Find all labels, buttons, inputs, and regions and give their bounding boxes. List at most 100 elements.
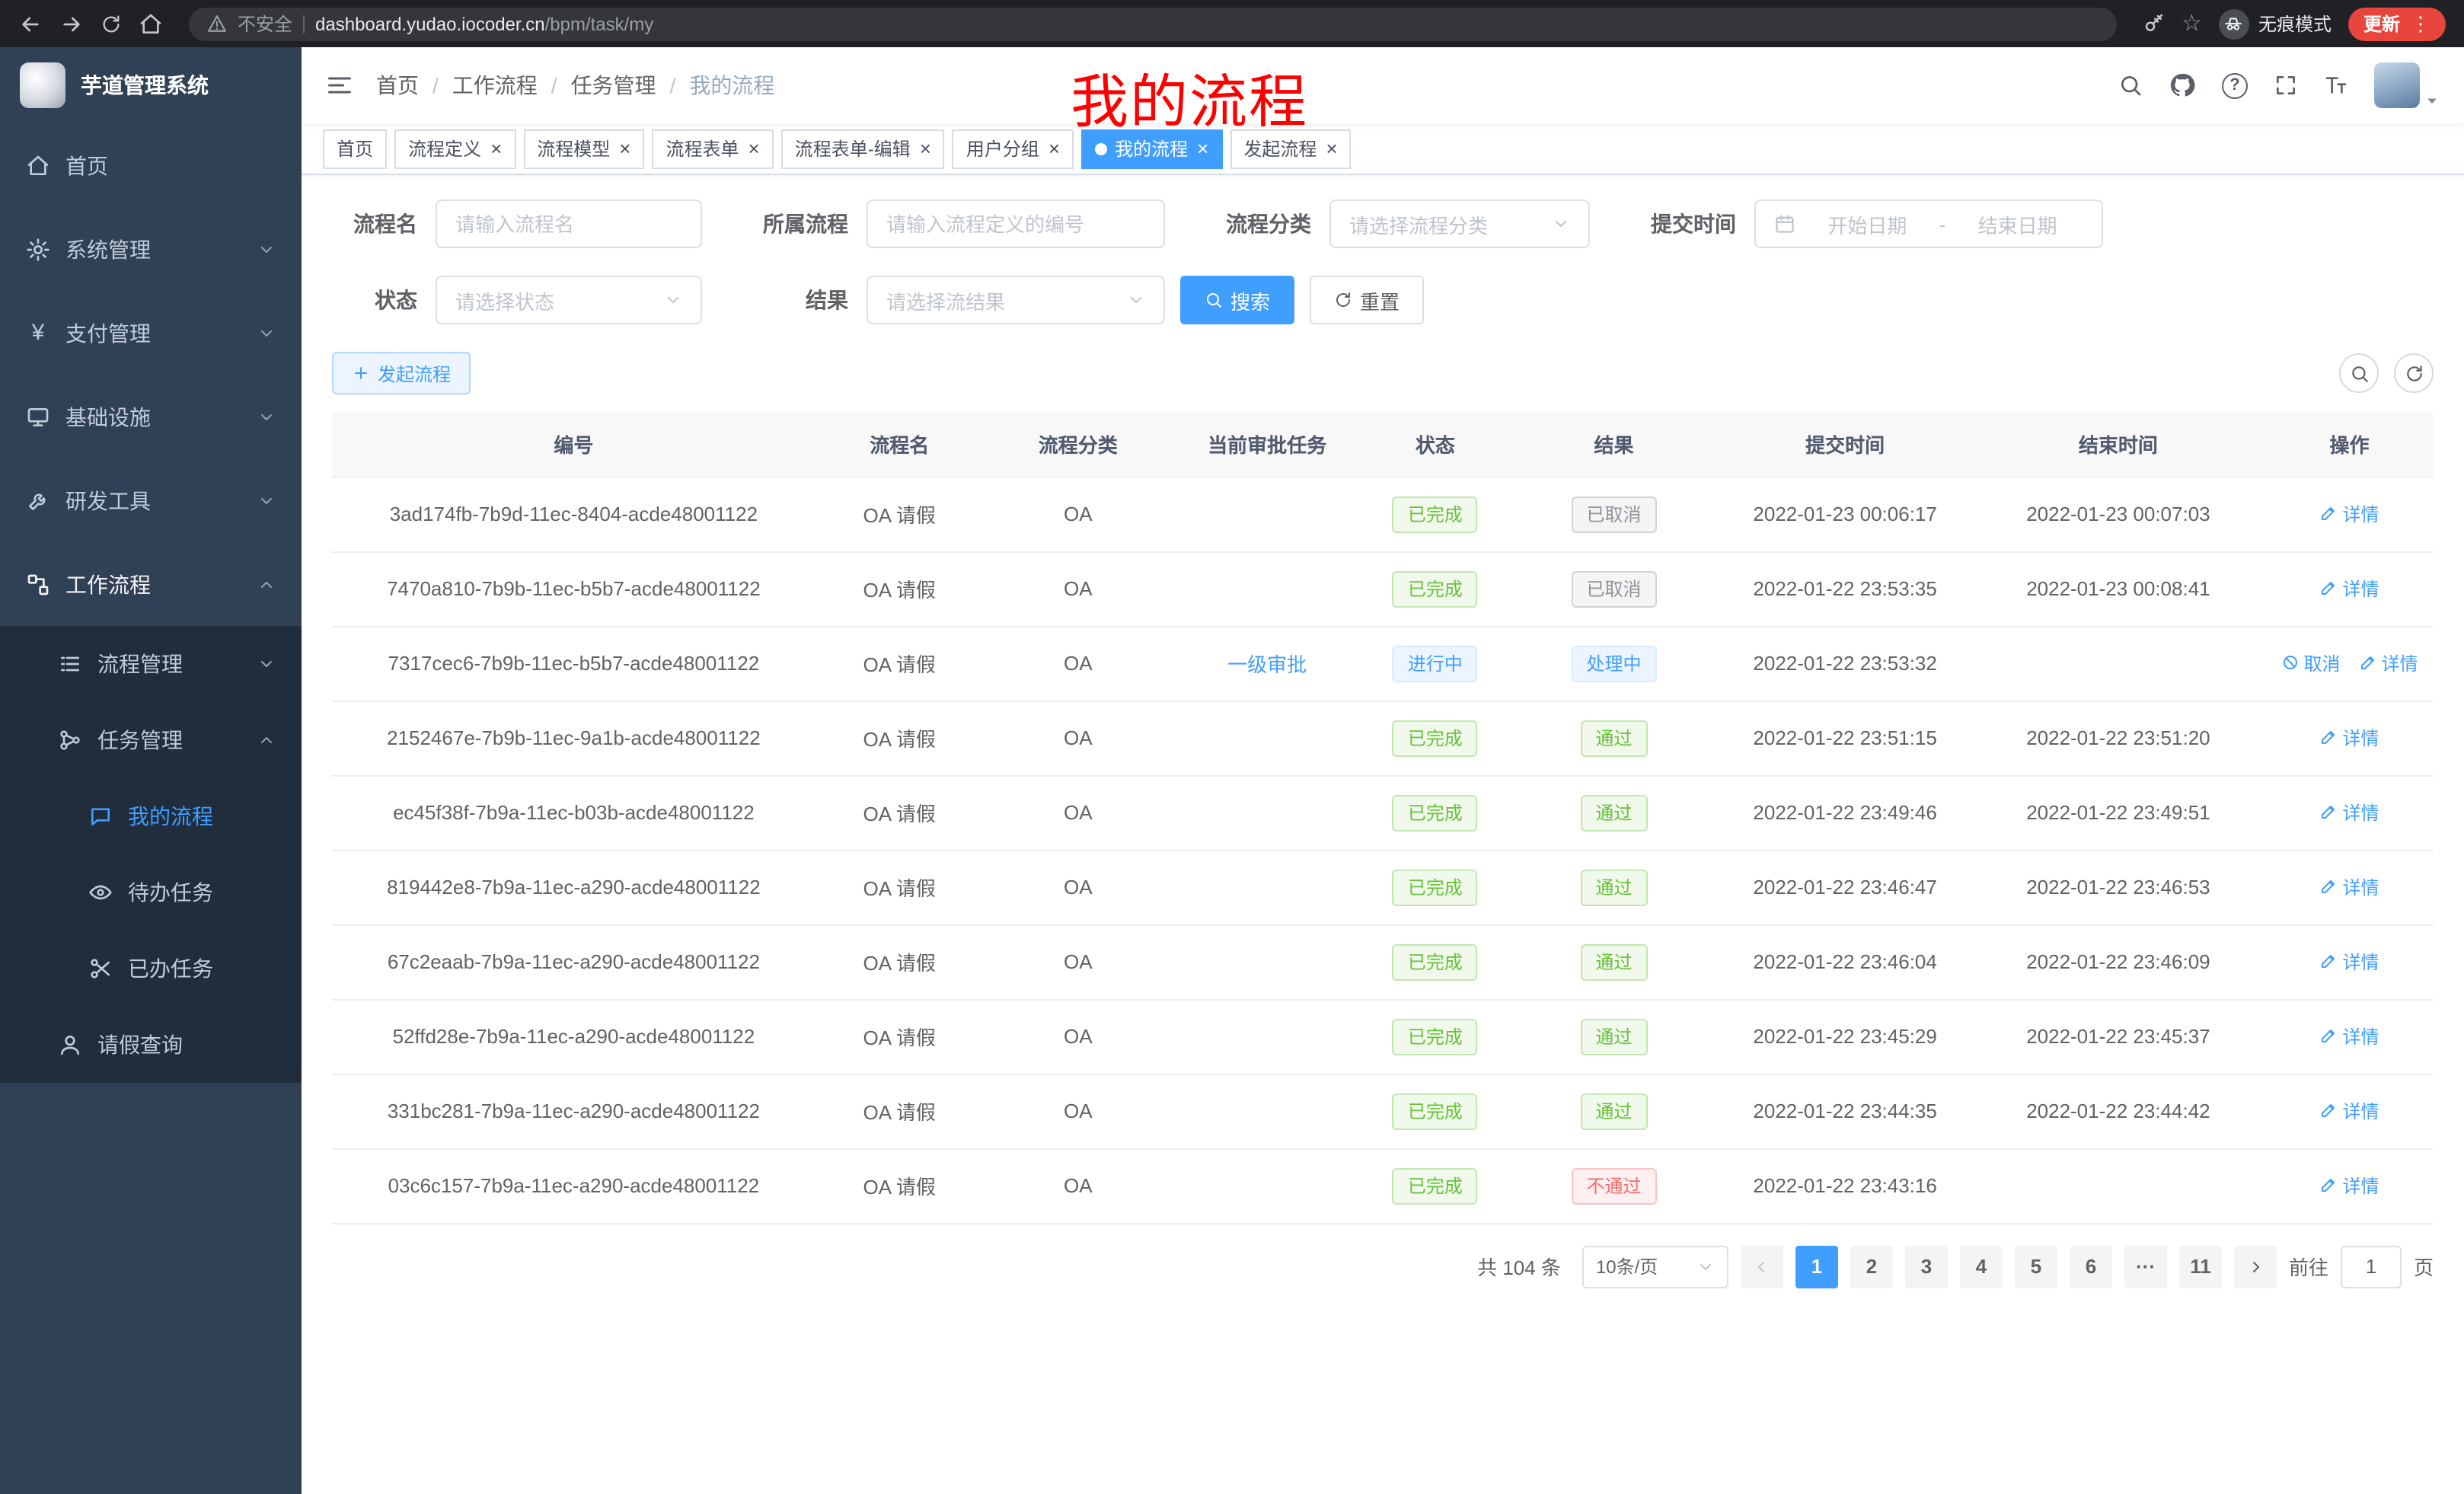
- hamburger-icon[interactable]: [326, 72, 353, 99]
- update-button[interactable]: 更新 ⋮: [2348, 7, 2446, 40]
- cell-result: 通过: [1509, 850, 1719, 924]
- sidebar-item-infrastructure[interactable]: 基础设施: [0, 375, 302, 458]
- cell-name: OA 请假: [815, 775, 984, 850]
- tab-label: 流程定义: [408, 136, 481, 161]
- breadcrumb-home[interactable]: 首页: [376, 70, 419, 101]
- sidebar-item-dev-tools[interactable]: 研发工具: [0, 458, 302, 542]
- tab-my-process[interactable]: 我的流程×: [1081, 129, 1222, 168]
- tab-home[interactable]: 首页: [323, 129, 387, 168]
- wrench-icon: [26, 488, 50, 512]
- tab-start-process[interactable]: 发起流程 ×: [1230, 129, 1351, 168]
- column-header-actions: 操作: [2265, 413, 2434, 477]
- toggle-search-button[interactable]: [2339, 353, 2379, 393]
- sidebar-item-system-mgmt[interactable]: 系统管理: [0, 207, 302, 291]
- page-size-select[interactable]: 10条/页: [1582, 1245, 1728, 1288]
- detail-action[interactable]: 详情: [2320, 800, 2379, 825]
- sidebar-item-todo-tasks[interactable]: 待办任务: [0, 854, 302, 931]
- detail-action[interactable]: 详情: [2320, 1173, 2379, 1199]
- tab-close-icon[interactable]: ×: [619, 139, 630, 158]
- pager-page-1[interactable]: 1: [1795, 1245, 1838, 1288]
- category-select[interactable]: 请选择流程分类: [1329, 200, 1590, 248]
- tab-close-icon[interactable]: ×: [748, 139, 760, 158]
- help-icon[interactable]: [2222, 72, 2248, 98]
- reload-icon[interactable]: [101, 13, 122, 34]
- pager-page-3[interactable]: 3: [1905, 1245, 1948, 1288]
- tab-process-definition[interactable]: 流程定义 ×: [394, 129, 515, 168]
- tab-close-icon[interactable]: ×: [1197, 139, 1208, 158]
- prev-page-button[interactable]: [1741, 1245, 1783, 1288]
- github-icon[interactable]: [2169, 72, 2196, 99]
- sidebar-item-done-tasks[interactable]: 已办任务: [0, 931, 302, 1007]
- result-select[interactable]: 请选择流结果: [867, 276, 1165, 324]
- table-row: 03c6c157-7b9a-11ec-a290-acde48001122OA 请…: [332, 1148, 2434, 1223]
- kebab-menu-icon[interactable]: ⋮: [2411, 11, 2430, 36]
- sidebar-item-task-mgmt[interactable]: 任务管理: [0, 702, 302, 778]
- detail-action[interactable]: 详情: [2320, 725, 2379, 751]
- cell-task: [1173, 1074, 1361, 1148]
- user-avatar[interactable]: [2374, 62, 2440, 108]
- sidebar-item-process-mgmt[interactable]: 流程管理: [0, 626, 302, 702]
- cell-end-time: 2022-01-22 23:45:37: [1971, 999, 2265, 1074]
- tab-close-icon[interactable]: ×: [1048, 139, 1060, 158]
- next-page-button[interactable]: [2234, 1245, 2277, 1288]
- refresh-icon: [1334, 291, 1352, 309]
- tab-close-icon[interactable]: ×: [490, 139, 502, 158]
- sidebar-item-workflow[interactable]: 工作流程: [0, 542, 302, 626]
- tab-process-model[interactable]: 流程模型×: [523, 129, 644, 168]
- key-icon[interactable]: [2142, 12, 2165, 35]
- breadcrumb-workflow[interactable]: 工作流程: [452, 70, 538, 101]
- detail-action[interactable]: 详情: [2320, 949, 2379, 975]
- detail-action[interactable]: 详情: [2320, 576, 2379, 602]
- back-icon[interactable]: [18, 11, 43, 36]
- cell-category: OA: [984, 626, 1173, 701]
- submit-time-range-picker[interactable]: 开始日期 - 结束日期: [1754, 200, 2103, 248]
- browser-home-icon[interactable]: [139, 11, 163, 36]
- goto-page-input[interactable]: [2341, 1245, 2402, 1288]
- calendar-icon: [1774, 213, 1795, 235]
- pager-page-11[interactable]: 11: [2179, 1245, 2222, 1288]
- sidebar-item-leave-query[interactable]: 请假查询: [0, 1007, 302, 1083]
- pager-page-4[interactable]: 4: [1960, 1245, 2003, 1288]
- detail-action[interactable]: 详情: [2320, 1098, 2379, 1124]
- tab-close-icon[interactable]: ×: [920, 139, 931, 158]
- forward-icon[interactable]: [59, 11, 84, 36]
- create-process-button[interactable]: 发起流程: [332, 352, 471, 394]
- pager-page-6[interactable]: 6: [2070, 1245, 2112, 1288]
- chevron-down-icon: [257, 491, 276, 509]
- search-icon[interactable]: [2118, 73, 2143, 97]
- breadcrumb-task-mgmt[interactable]: 任务管理: [571, 70, 656, 101]
- status-select[interactable]: 请选择状态: [436, 276, 702, 324]
- home-icon: [26, 153, 50, 177]
- star-icon[interactable]: ☆: [2182, 12, 2202, 35]
- goto-unit: 页: [2414, 1252, 2434, 1281]
- tab-process-form-edit[interactable]: 流程表单-编辑×: [781, 129, 945, 168]
- cell-status: 已完成: [1361, 701, 1508, 775]
- approval-task-link[interactable]: 一级审批: [1227, 653, 1307, 676]
- cancel-action[interactable]: 取消: [2281, 650, 2341, 676]
- search-button[interactable]: 搜索: [1180, 276, 1294, 324]
- pager-more-button[interactable]: ···: [2124, 1245, 2167, 1288]
- cell-status: 已完成: [1361, 1074, 1508, 1148]
- tab-close-icon[interactable]: ×: [1326, 139, 1337, 158]
- pager-page-2[interactable]: 2: [1850, 1245, 1893, 1288]
- refresh-table-button[interactable]: [2394, 353, 2434, 393]
- tab-label: 发起流程: [1243, 136, 1317, 161]
- detail-action[interactable]: 详情: [2320, 874, 2379, 900]
- app-logo[interactable]: 芋道管理系统: [0, 47, 302, 123]
- sidebar-item-home[interactable]: 首页: [0, 123, 302, 207]
- process-name-input[interactable]: [436, 200, 702, 248]
- sidebar-item-payment-mgmt[interactable]: ¥ 支付管理: [0, 291, 302, 375]
- fullscreen-icon[interactable]: [2274, 73, 2298, 97]
- detail-action[interactable]: 详情: [2359, 650, 2418, 676]
- font-size-icon[interactable]: [2324, 73, 2348, 97]
- detail-action[interactable]: 详情: [2320, 501, 2379, 527]
- reset-button[interactable]: 重置: [1310, 276, 1424, 324]
- tab-process-form[interactable]: 流程表单×: [652, 129, 773, 168]
- address-bar[interactable]: 不安全 dashboard.yudao.iocoder.cn/bpm/task/…: [189, 7, 2116, 40]
- sidebar-item-my-process[interactable]: 我的流程: [0, 778, 302, 854]
- detail-action[interactable]: 详情: [2320, 1023, 2379, 1049]
- process-id-input[interactable]: [867, 200, 1165, 248]
- cell-status: 已完成: [1361, 477, 1508, 551]
- pager-page-5[interactable]: 5: [2015, 1245, 2057, 1288]
- tab-user-group[interactable]: 用户分组×: [953, 129, 1074, 168]
